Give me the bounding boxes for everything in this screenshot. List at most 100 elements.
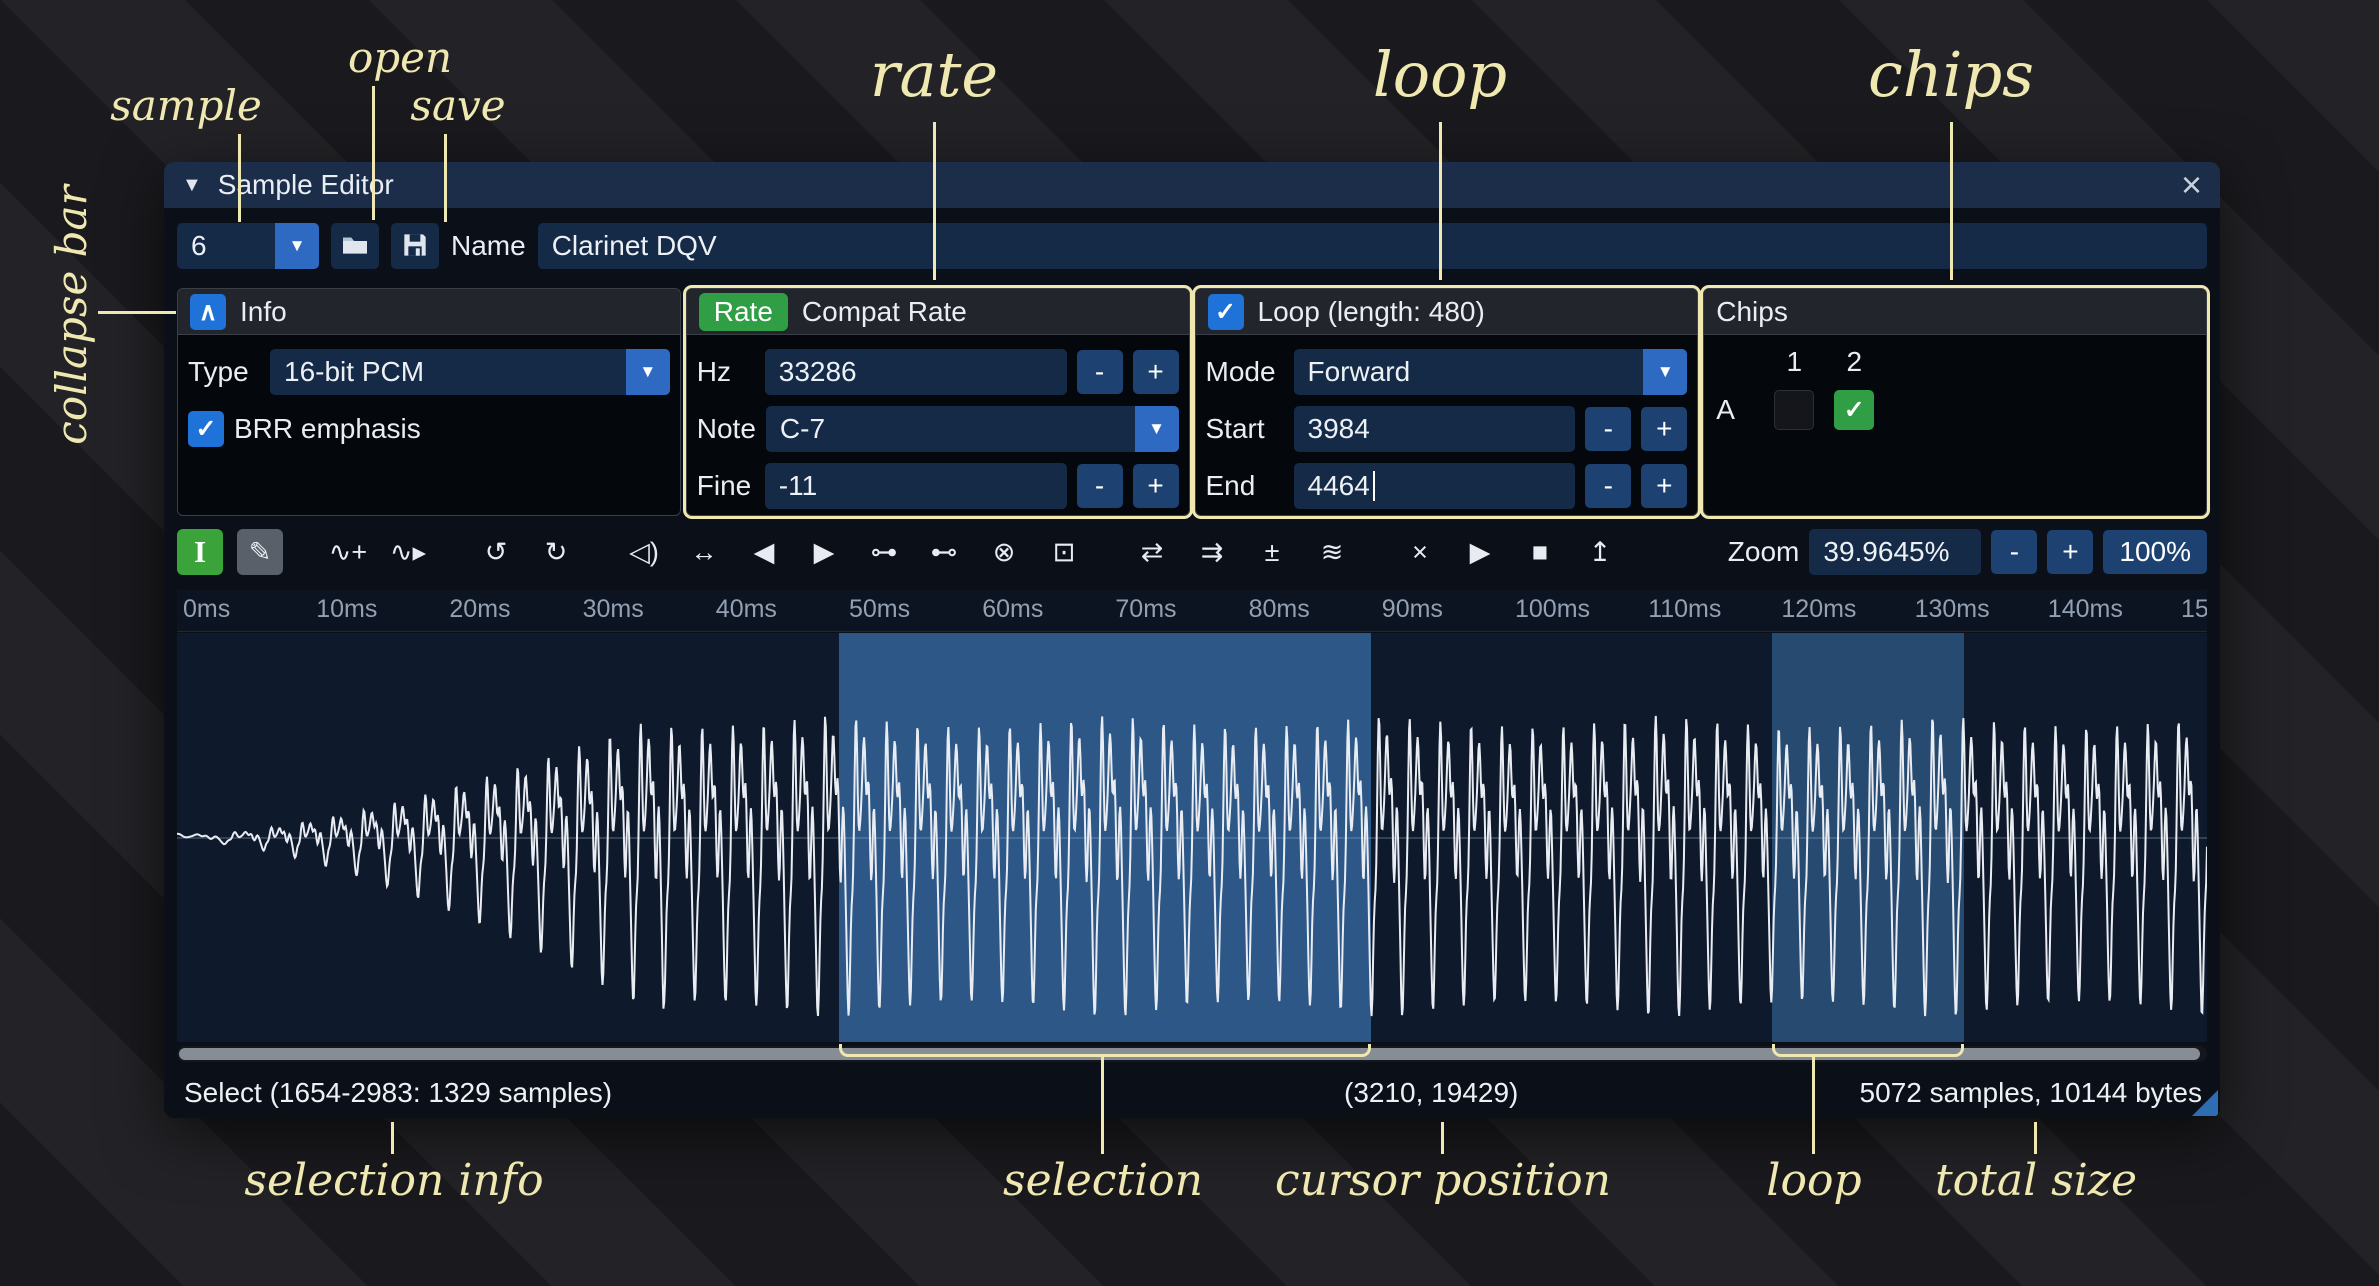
select-mode-button[interactable]: I — [177, 529, 223, 575]
ruler-tick: 0ms — [183, 595, 230, 624]
ruler-tick: 150ms — [2181, 595, 2207, 624]
ruler-tick: 30ms — [583, 595, 644, 624]
zoom-input[interactable]: 39.9645% — [1809, 529, 1981, 575]
insert-silence-button[interactable]: ⊶ — [861, 529, 907, 575]
rate-panel-header: Rate Compat Rate — [687, 289, 1189, 335]
loop-mode-dropdown[interactable]: Forward ▼ — [1294, 349, 1688, 395]
resize-grip[interactable] — [2192, 1090, 2218, 1116]
chips-panel: Chips 12 A✓ — [1703, 288, 2207, 516]
upload-button[interactable]: ↥ — [1577, 529, 1623, 575]
status-selection-info: Select (1654-2983: 1329 samples) — [184, 1077, 612, 1109]
ruler-tick: 90ms — [1382, 595, 1443, 624]
chevron-down-icon: ▼ — [1643, 349, 1687, 395]
draw-mode-button[interactable]: ✎ — [237, 529, 283, 575]
close-icon[interactable]: × — [2181, 167, 2202, 203]
chevron-down-icon[interactable]: ▼ — [275, 223, 319, 269]
chip-checkbox-checked[interactable]: ✓ — [1834, 390, 1874, 430]
redo-button[interactable]: ↻ — [533, 529, 579, 575]
check-icon: ✓ — [196, 414, 217, 444]
normalize-button[interactable]: ↔ — [681, 529, 727, 575]
sample-selector[interactable]: 6 ▼ — [177, 223, 319, 269]
info-panel-header: ∧ Info — [178, 289, 680, 335]
zoom-in-button[interactable]: + — [2047, 530, 2093, 574]
name-input[interactable]: Clarinet DQV — [538, 223, 2207, 269]
window-title: Sample Editor — [218, 169, 394, 201]
ruler-tick: 70ms — [1115, 595, 1176, 624]
fade-in-button[interactable]: ◀ — [741, 529, 787, 575]
chevron-up-icon: ∧ — [199, 297, 217, 327]
window-collapse-icon[interactable]: ▼ — [182, 174, 202, 197]
type-label: Type — [188, 356, 260, 388]
sign-button[interactable]: ± — [1249, 529, 1295, 575]
annotation-save: save — [410, 84, 505, 128]
sample-editor-window: ▼ Sample Editor × 6 ▼ Name Clarinet DQV — [164, 162, 2220, 1118]
fine-input[interactable]: -11 — [765, 463, 1067, 509]
reverse-button[interactable]: ⇄ — [1129, 529, 1175, 575]
hz-input[interactable]: 33286 — [765, 349, 1067, 395]
loop-panel: ✓ Loop (length: 480) Mode Forward ▼ Star… — [1195, 288, 1699, 516]
rate-button[interactable]: Rate — [699, 293, 788, 331]
chevron-down-icon: ▼ — [1135, 406, 1179, 452]
text-caret — [1373, 471, 1375, 501]
invert-button[interactable]: ⇉ — [1189, 529, 1235, 575]
time-ruler: 0ms10ms20ms30ms40ms50ms60ms70ms80ms90ms1… — [177, 590, 2207, 632]
loop-end-input[interactable]: 4464 — [1294, 463, 1576, 509]
status-cursor-position: (3210, 19429) — [1344, 1077, 1518, 1109]
loop-mode-value: Forward — [1294, 349, 1644, 395]
check-icon: ✓ — [1215, 297, 1236, 327]
save-button[interactable] — [391, 223, 439, 269]
ruler-tick: 80ms — [1249, 595, 1310, 624]
zoom-reset-button[interactable]: 100% — [2103, 530, 2207, 574]
annotation-cursor-position: cursor position — [1275, 1158, 1611, 1204]
loop-end-plus-button[interactable]: + — [1641, 464, 1687, 508]
loop-start-input[interactable]: 3984 — [1294, 406, 1576, 452]
folder-icon — [339, 229, 371, 264]
zoom-out-button[interactable]: - — [1991, 530, 2037, 574]
rate-panel: Rate Compat Rate Hz 33286 - + Note — [686, 288, 1190, 516]
annotation-selection: selection — [1003, 1158, 1203, 1204]
annotation-chips: chips — [1868, 42, 2034, 107]
annotation-selection-info: selection info — [244, 1158, 543, 1204]
type-dropdown[interactable]: 16-bit PCM ▼ — [270, 349, 670, 395]
open-button[interactable] — [331, 223, 379, 269]
fine-minus-button[interactable]: - — [1077, 464, 1123, 508]
ruler-tick: 140ms — [2048, 595, 2123, 624]
zoom-label: Zoom — [1728, 536, 1800, 568]
loop-end-minus-button[interactable]: - — [1585, 464, 1631, 508]
fine-plus-button[interactable]: + — [1133, 464, 1179, 508]
loop-start-plus-button[interactable]: + — [1641, 407, 1687, 451]
annotation-line-total-size — [2034, 1122, 2037, 1154]
stop-preview-button[interactable]: ■ — [1517, 529, 1563, 575]
waveform-scrollbar[interactable] — [177, 1046, 2207, 1062]
fine-label: Fine — [697, 470, 755, 502]
waveform-display[interactable] — [177, 633, 2207, 1042]
scrollbar-thumb[interactable] — [179, 1048, 2200, 1060]
resample-button[interactable]: ∿▸ — [385, 529, 431, 575]
zoom-value: 39.9645% — [1823, 536, 1949, 568]
preview-button[interactable]: ▶ — [1457, 529, 1503, 575]
chip-column-header: 2 — [1834, 346, 1874, 378]
trim-button[interactable]: ⊡ — [1041, 529, 1087, 575]
loop-checkbox[interactable]: ✓ — [1208, 294, 1244, 330]
hz-plus-button[interactable]: + — [1133, 350, 1179, 394]
annotation-loop-bottom: loop — [1766, 1158, 1861, 1204]
chips-panel-header: Chips — [1704, 289, 2206, 335]
note-dropdown[interactable]: C-7 ▼ — [766, 406, 1179, 452]
hz-value: 33286 — [779, 356, 857, 388]
chip-checkbox-unchecked[interactable] — [1774, 390, 1814, 430]
amplify-button[interactable]: ◁) — [621, 529, 667, 575]
note-label: Note — [697, 413, 756, 445]
name-value: Clarinet DQV — [552, 230, 717, 262]
apply-silence-button[interactable]: ⊷ — [921, 529, 967, 575]
brr-emphasis-checkbox[interactable]: ✓ — [188, 411, 224, 447]
undo-button[interactable]: ↺ — [473, 529, 519, 575]
delete-button[interactable]: ⊗ — [981, 529, 1027, 575]
crossfade-button[interactable]: × — [1397, 529, 1443, 575]
filter-button[interactable]: ≋ — [1309, 529, 1355, 575]
fade-out-button[interactable]: ▶ — [801, 529, 847, 575]
hz-minus-button[interactable]: - — [1077, 350, 1123, 394]
annotation-total-size: total size — [1935, 1158, 2137, 1204]
loop-start-minus-button[interactable]: - — [1585, 407, 1631, 451]
resize-button[interactable]: ∿+ — [325, 529, 371, 575]
collapse-panel-button[interactable]: ∧ — [190, 294, 226, 330]
